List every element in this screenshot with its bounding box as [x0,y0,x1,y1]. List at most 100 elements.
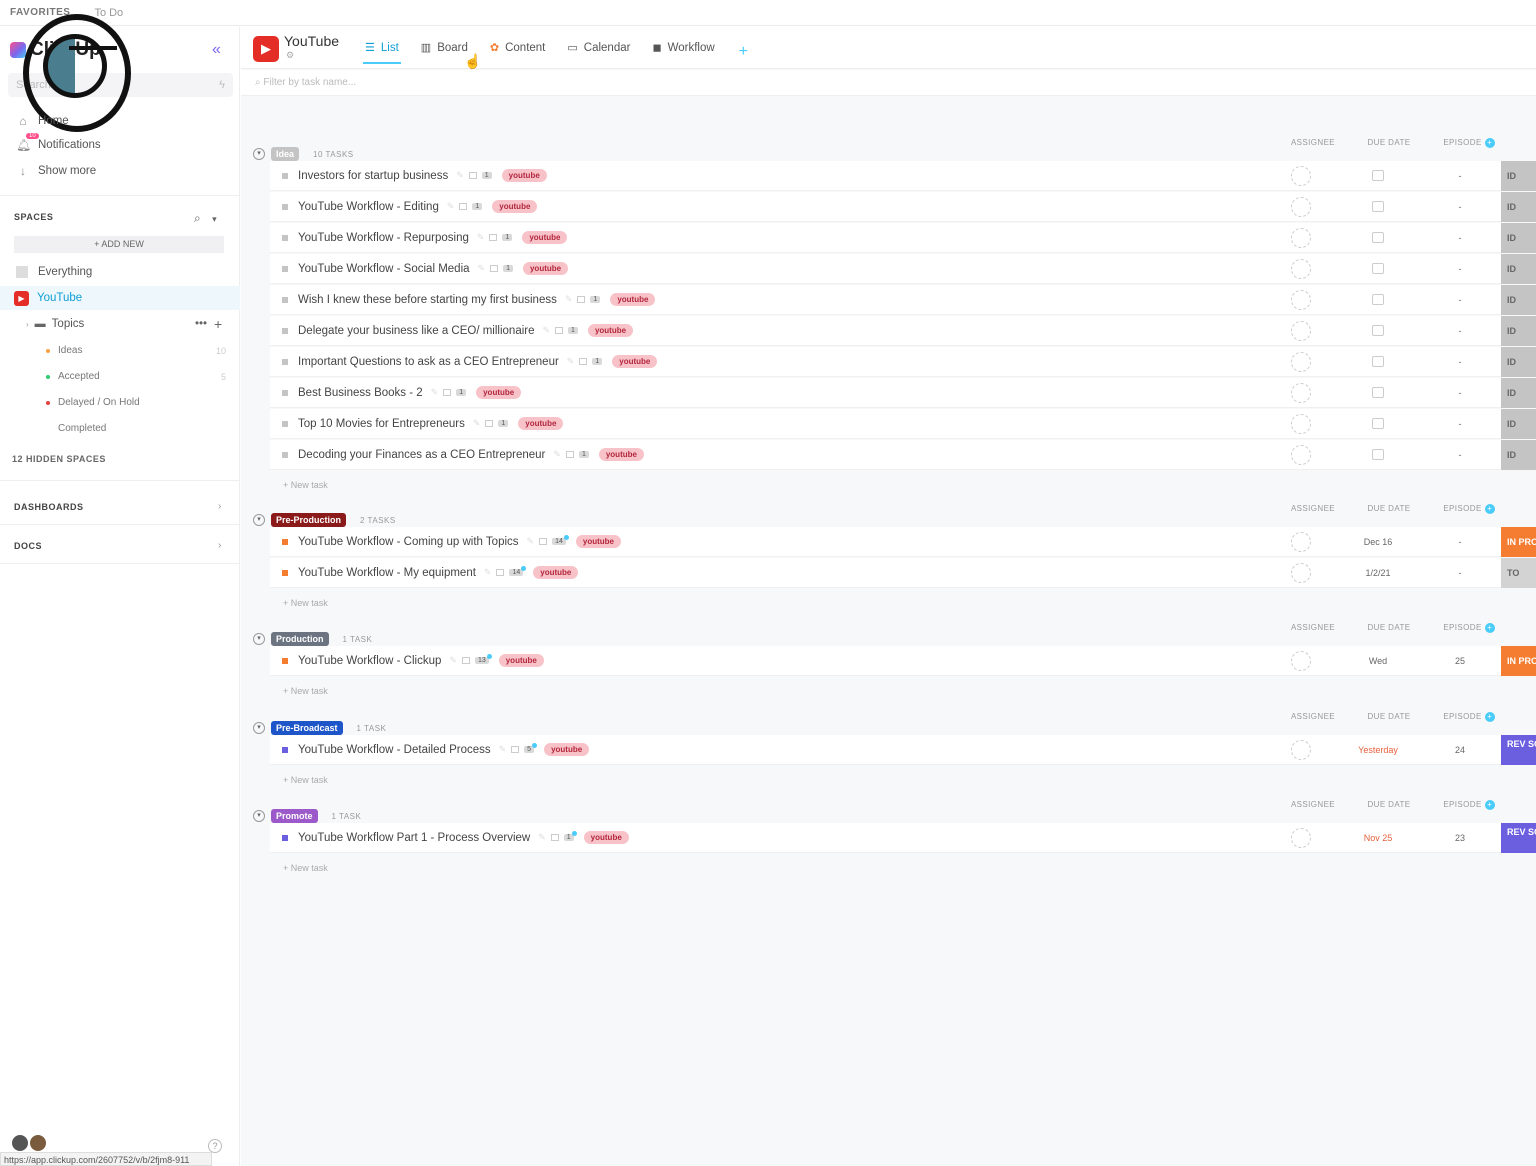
calendar-icon[interactable] [1372,232,1384,243]
task-tag[interactable]: youtube [610,293,656,306]
chevron-down-icon[interactable]: ▾ [212,214,217,224]
add-column-icon[interactable]: + [1484,623,1495,633]
task-tag[interactable]: youtube [501,169,547,182]
checklist-count[interactable]: 1 [592,358,603,365]
status-square-icon[interactable] [282,327,288,334]
assignee-placeholder-icon[interactable] [1291,739,1311,760]
col-episode[interactable]: EPISODE + [1421,138,1517,148]
task-status[interactable]: TO [1501,557,1536,588]
calendar-icon[interactable] [1372,449,1384,460]
nav-show-more[interactable]: ↓ Show more [16,164,96,178]
edit-icon[interactable]: ✎ [484,567,492,578]
checklist-count[interactable]: 1 [502,234,513,241]
task-name[interactable]: YouTube Workflow - My equipment [298,567,476,579]
checklist-count[interactable]: 14 [552,535,569,545]
add-view-button[interactable]: + [739,43,748,61]
collapse-group-icon[interactable]: ▾ [253,148,265,160]
edit-icon[interactable]: ✎ [473,418,481,429]
edit-icon[interactable]: ✎ [538,832,546,843]
col-episode[interactable]: EPISODE + [1421,800,1517,810]
task-name[interactable]: Delegate your business like a CEO/ milli… [298,325,535,337]
tab-board[interactable]: ▥ Board [419,39,470,64]
task-tag[interactable]: youtube [598,448,644,461]
task-status[interactable]: ID [1501,439,1536,470]
calendar-icon[interactable] [1372,294,1384,305]
subtask-icon[interactable] [468,172,477,179]
task-row[interactable]: Important Questions to ask as a CEO Entr… [270,346,1536,377]
task-name[interactable]: YouTube Workflow - Social Media [298,263,470,275]
status-square-icon[interactable] [282,538,288,545]
task-tag[interactable]: youtube [522,262,569,275]
calendar-icon[interactable] [1372,325,1384,336]
nav-home[interactable]: ⌂ Home [16,114,68,128]
task-status[interactable]: ID [1501,284,1536,315]
user-avatars[interactable] [12,1135,46,1151]
task-row[interactable]: Delegate your business like a CEO/ milli… [270,315,1536,346]
assignee-placeholder-icon[interactable] [1291,413,1311,434]
assignee-placeholder-icon[interactable] [1291,531,1311,552]
col-assignee[interactable]: ASSIGNEE [1269,138,1357,148]
task-tag[interactable]: youtube [533,566,579,579]
status-square-icon[interactable] [282,172,288,179]
status-square-icon[interactable] [282,834,288,841]
collapse-group-icon[interactable]: ▾ [253,633,265,645]
task-status[interactable]: ID [1501,191,1536,222]
nav-notifications[interactable]: 🔔︎ 10 Notifications [16,133,101,152]
group-status-pill[interactable]: Promote [271,809,318,823]
edit-icon[interactable]: ✎ [553,449,561,460]
status-square-icon[interactable] [282,358,288,365]
space-youtube[interactable]: ▶ YouTube [0,286,240,310]
task-name[interactable]: YouTube Workflow - Clickup [298,655,441,667]
checklist-count[interactable]: 1 [563,831,577,841]
task-row[interactable]: Investors for startup business ✎ 1 youtube -… [270,160,1536,191]
task-row[interactable]: Best Business Books - 2 ✎ 1 youtube - ID [270,377,1536,408]
task-row[interactable]: Decoding your Finances as a CEO Entrepre… [270,439,1536,470]
col-episode[interactable]: EPISODE + [1421,623,1517,633]
list-delayed[interactable]: Delayed / On Hold [46,397,226,408]
chevron-right-icon[interactable]: › [218,540,221,551]
edit-icon[interactable]: ✎ [449,655,457,666]
tab-list[interactable]: ☰ List [363,39,401,64]
col-episode[interactable]: EPISODE + [1421,712,1517,722]
col-episode[interactable]: EPISODE + [1421,504,1517,514]
checklist-count[interactable]: 1 [498,420,509,427]
collapse-sidebar-icon[interactable]: « [212,41,221,59]
checklist-count[interactable]: 13 [474,654,492,664]
checklist-count[interactable]: 1 [472,203,483,210]
assignee-placeholder-icon[interactable] [1291,289,1311,310]
add-column-icon[interactable]: + [1484,712,1495,722]
dashboards-section[interactable]: DASHBOARDS [14,502,84,512]
task-row[interactable]: Top 10 Movies for Entrepreneurs ✎ 1 youtube… [270,408,1536,439]
assignee-placeholder-icon[interactable] [1291,165,1311,186]
status-square-icon[interactable] [282,746,288,753]
task-due-date[interactable]: 1/2/21 [1346,568,1410,578]
favorite-todo[interactable]: To Do [94,7,123,19]
subtask-icon[interactable] [461,657,470,664]
col-status[interactable]: ST [1517,138,1536,148]
collapse-group-icon[interactable]: ▾ [253,722,265,734]
assignee-placeholder-icon[interactable] [1291,196,1311,217]
collapse-group-icon[interactable]: ▾ [253,810,265,822]
task-row[interactable]: YouTube Workflow - Clickup ✎ 13 youtube Wed 2… [270,645,1536,676]
task-status[interactable]: ID [1501,408,1536,439]
task-tag[interactable]: youtube [612,355,658,368]
new-task-button[interactable]: + New task [283,480,328,490]
task-name[interactable]: YouTube Workflow - Repurposing [298,232,469,244]
group-status-pill[interactable]: Idea [271,147,300,161]
task-episode[interactable]: - [1430,295,1490,305]
task-episode[interactable]: 25 [1430,656,1490,666]
status-square-icon[interactable] [282,569,288,576]
assignee-placeholder-icon[interactable] [1291,258,1311,279]
task-tag[interactable]: youtube [498,654,544,667]
status-square-icon[interactable] [282,203,288,210]
edit-icon[interactable]: ✎ [499,744,507,755]
col-due-date[interactable]: DUE DATE [1357,138,1421,148]
task-due-date[interactable]: Nov 25 [1346,833,1410,843]
group-status-pill[interactable]: Pre-Broadcast [271,721,343,735]
task-status[interactable]: IN PRO [1501,526,1536,557]
task-name[interactable]: YouTube Workflow - Editing [298,201,439,213]
task-episode[interactable]: - [1430,537,1490,547]
filter-input[interactable]: ⌕ Filter by task name... [241,70,1536,96]
help-icon[interactable]: ? [208,1139,222,1153]
new-task-button[interactable]: + New task [283,775,328,785]
